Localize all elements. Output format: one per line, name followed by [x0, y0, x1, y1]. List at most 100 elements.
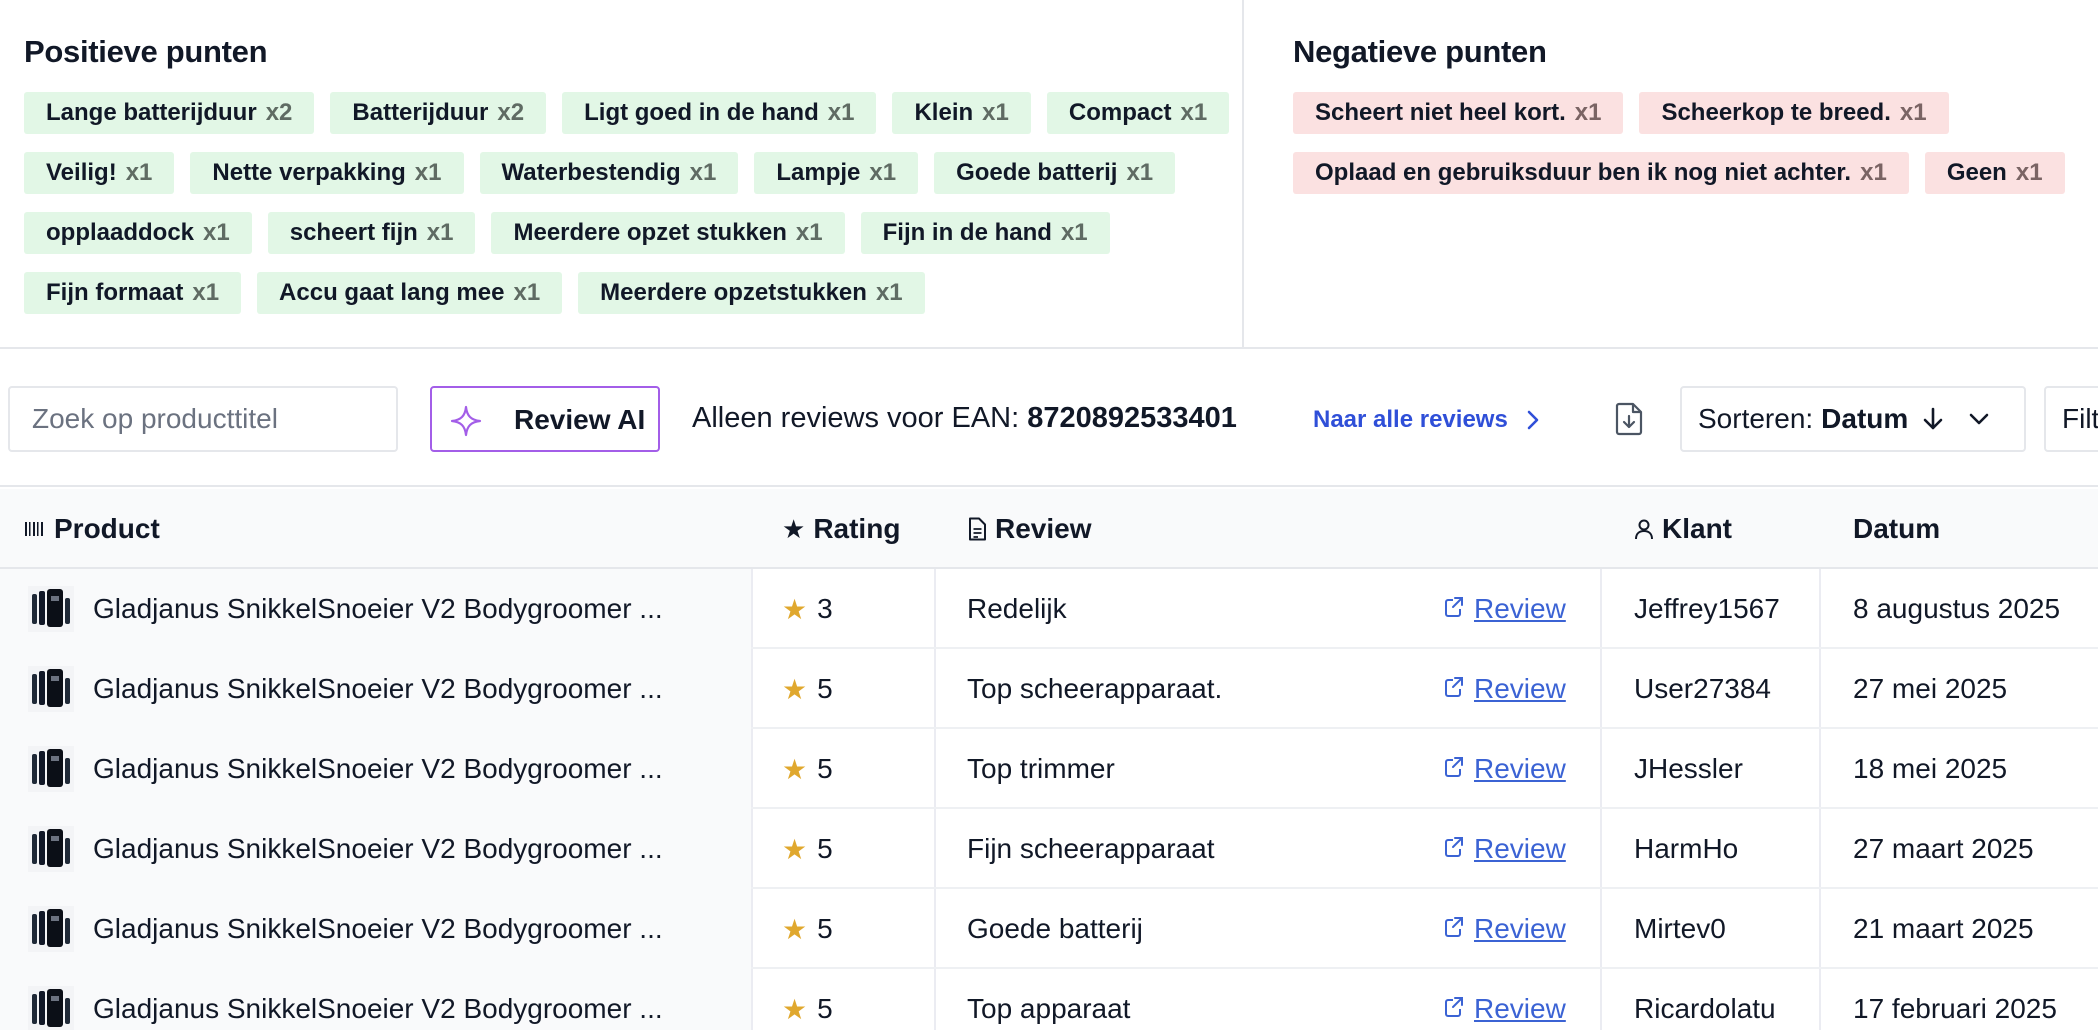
product-thumbnail [28, 586, 74, 632]
external-link-icon [1444, 753, 1474, 785]
review-ai-label: Review AI [514, 404, 646, 435]
chip-label: Goede batterij [956, 159, 1118, 186]
review-toolbar: Review AI Alleen reviews voor EAN: 87208… [0, 351, 2098, 487]
review-link[interactable]: Review [1444, 649, 1566, 729]
table-row[interactable]: Gladjanus SnikkelSnoeier V2 Bodygroomer … [0, 809, 2098, 889]
negative-points-title: Negatieve punten [1293, 34, 1547, 69]
filter-button[interactable]: Filt [2044, 386, 2098, 452]
negative-point-chip[interactable]: Geen x1 [1924, 152, 2065, 194]
review-link[interactable]: Review [1444, 809, 1566, 889]
chevron-down-icon [1969, 413, 1989, 425]
customer-name: User27384 [1634, 673, 1771, 704]
product-title[interactable]: Gladjanus SnikkelSnoeier V2 Bodygroomer … [93, 729, 673, 809]
positive-point-chip[interactable]: Meerdere opzetstukken x1 [578, 272, 925, 314]
review-date: 27 mei 2025 [1853, 673, 2008, 704]
sort-dropdown[interactable]: Sorteren: Datum [1680, 386, 2026, 452]
product-title[interactable]: Gladjanus SnikkelSnoeier V2 Bodygroomer … [93, 969, 673, 1030]
star-icon: ★ [782, 513, 806, 544]
chip-label: Fijn in de hand [882, 219, 1052, 246]
positive-point-chip[interactable]: Compact x1 [1046, 92, 1230, 134]
product-thumbnail [28, 666, 74, 712]
user-icon [1635, 519, 1653, 540]
header-product[interactable]: Product [24, 489, 160, 569]
positive-point-chip[interactable]: Lampje x1 [754, 152, 919, 194]
positive-point-chip[interactable]: Fijn formaat x1 [24, 272, 242, 314]
chip-label: Compact [1068, 99, 1172, 126]
arrow-down-icon [1923, 407, 1943, 430]
chip-label: Waterbestendig [501, 159, 681, 186]
customer-name: Ricardolatu [1634, 993, 1776, 1024]
negative-point-chip[interactable]: Scheerkop te breed. x1 [1639, 92, 1949, 134]
positive-point-chip[interactable]: Meerdere opzet stukken x1 [491, 212, 845, 254]
header-klant[interactable]: Klant [1634, 489, 1732, 569]
ean-prefix: Alleen reviews voor EAN: [692, 402, 1020, 434]
rating-cell: ★ 5 [782, 649, 833, 729]
table-row[interactable]: Gladjanus SnikkelSnoeier V2 Bodygroomer … [0, 569, 2098, 649]
product-title[interactable]: Gladjanus SnikkelSnoeier V2 Bodygroomer … [93, 569, 673, 649]
negative-point-chip[interactable]: Oplaad en gebruiksduur ben ik nog niet a… [1293, 152, 1909, 194]
positive-point-chip[interactable]: Waterbestendig x1 [479, 152, 739, 194]
sort-value: Datum [1821, 403, 1909, 434]
all-reviews-link[interactable]: Naar alle reviews [1313, 406, 1540, 434]
review-link[interactable]: Review [1444, 889, 1566, 969]
positive-point-chip[interactable]: scheert fijn x1 [267, 212, 476, 254]
review-link[interactable]: Review [1444, 569, 1566, 649]
chip-label: Scheerkop te breed. [1661, 99, 1891, 126]
header-datum[interactable]: Datum [1853, 489, 1940, 569]
chip-count: x1 [1574, 99, 1602, 126]
review-link[interactable]: Review [1444, 969, 1566, 1030]
rating-cell: ★ 3 [782, 569, 833, 649]
review-link-label: Review [1474, 753, 1566, 784]
positive-point-chip[interactable]: Lange batterijduur x2 [24, 92, 315, 134]
positive-chip-list: Lange batterijduur x2 Batterijduur x2 Ligt g… [24, 92, 1236, 314]
header-rating[interactable]: ★ Rating [782, 489, 900, 569]
sparkle-icon [450, 405, 482, 437]
table-row[interactable]: Gladjanus SnikkelSnoeier V2 Bodygroomer … [0, 729, 2098, 809]
table-row[interactable]: Gladjanus SnikkelSnoeier V2 Bodygroomer … [0, 969, 2098, 1030]
review-date: 27 maart 2025 [1853, 833, 2034, 864]
positive-point-chip[interactable]: Accu gaat lang mee x1 [257, 272, 563, 314]
rating-value: 5 [817, 913, 833, 944]
rating-value: 5 [817, 753, 833, 784]
positive-point-chip[interactable]: Nette verpakking x1 [190, 152, 464, 194]
positive-point-chip[interactable]: Batterijduur x2 [330, 92, 547, 134]
product-title[interactable]: Gladjanus SnikkelSnoeier V2 Bodygroomer … [93, 889, 673, 969]
table-row[interactable]: Gladjanus SnikkelSnoeier V2 Bodygroomer … [0, 649, 2098, 729]
header-review[interactable]: Review [967, 489, 1092, 569]
review-link[interactable]: Review [1444, 729, 1566, 809]
product-title[interactable]: Gladjanus SnikkelSnoeier V2 Bodygroomer … [93, 649, 673, 729]
review-title: Top scheerapparaat. [967, 673, 1223, 704]
negative-point-chip[interactable]: Scheert niet heel kort. x1 [1293, 92, 1624, 134]
chip-label: Geen [1946, 159, 2007, 186]
chip-count: x1 [414, 159, 442, 186]
star-icon: ★ [782, 913, 808, 945]
positive-points-panel: Positieve punten Lange batterijduur x2 Bat… [0, 0, 1244, 347]
positive-point-chip[interactable]: Ligt goed in de hand x1 [562, 92, 877, 134]
product-thumbnail [28, 986, 74, 1030]
product-title[interactable]: Gladjanus SnikkelSnoeier V2 Bodygroomer … [93, 809, 673, 889]
search-input[interactable] [8, 386, 398, 452]
chip-count: x2 [265, 99, 293, 126]
chip-count: x1 [513, 279, 541, 306]
star-icon: ★ [782, 753, 808, 785]
external-link-icon [1444, 673, 1474, 705]
review-date: 18 mei 2025 [1853, 753, 2008, 784]
review-ai-button[interactable]: Review AI [430, 386, 660, 452]
customer-name: Jeffrey1567 [1634, 593, 1780, 624]
positive-point-chip[interactable]: Veilig! x1 [24, 152, 175, 194]
table-row[interactable]: Gladjanus SnikkelSnoeier V2 Bodygroomer … [0, 889, 2098, 969]
positive-point-chip[interactable]: opplaaddock x1 [24, 212, 252, 254]
sort-prefix: Sorteren: [1698, 403, 1814, 434]
customer-name: HarmHo [1634, 833, 1739, 864]
positive-point-chip[interactable]: Klein x1 [892, 92, 1031, 134]
export-file-icon[interactable] [1614, 402, 1644, 436]
ean-filter-notice: Alleen reviews voor EAN: 8720892533401 [692, 402, 1237, 435]
rating-cell: ★ 5 [782, 729, 833, 809]
positive-points-title: Positieve punten [24, 34, 268, 69]
external-link-icon [1444, 593, 1474, 625]
review-title: Top trimmer [967, 753, 1115, 784]
chip-label: Fijn formaat [46, 279, 184, 306]
positive-point-chip[interactable]: Fijn in de hand x1 [860, 212, 1110, 254]
positive-point-chip[interactable]: Goede batterij x1 [934, 152, 1176, 194]
filter-label: Filt [2062, 403, 2098, 434]
